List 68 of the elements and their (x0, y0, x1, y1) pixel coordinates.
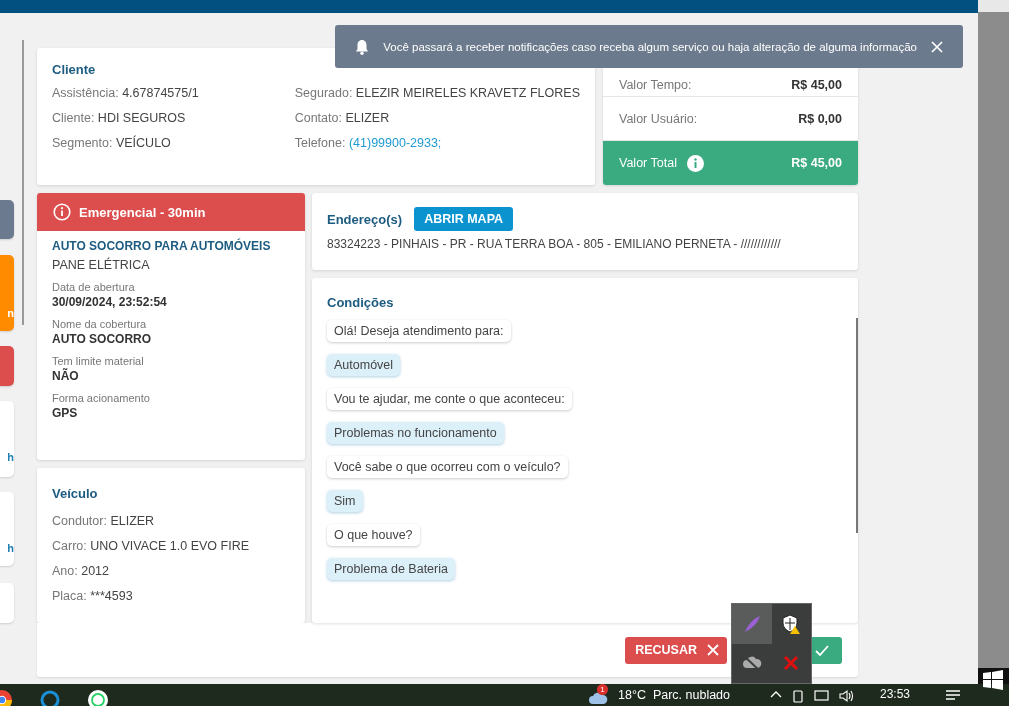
price-value: R$ 45,00 (791, 156, 842, 171)
detail-value: 30/09/2024, 23:52:54 (52, 295, 168, 309)
network-icon[interactable] (814, 689, 830, 703)
info-icon (53, 203, 71, 221)
answer-bubble: Automóvel (327, 354, 401, 376)
info-icon[interactable] (686, 154, 704, 172)
info-field: Carro: UNO VIVACE 1.0 EVO FIRE (52, 538, 290, 555)
open-map-button[interactable]: ABRIR MAPA (414, 207, 514, 231)
shield-warning-icon[interactable] (781, 613, 802, 634)
notification-text: Você passará a receber notificações caso receba algum serviço ou haja alteração de alguma informação (383, 40, 917, 53)
question-bubble: Vou te ajudar, me conte o que aconteceu: (327, 388, 572, 410)
info-field: Assistência: 4.67874575/1 (52, 85, 295, 102)
notification-icon[interactable] (945, 690, 962, 702)
section-title: Condições (327, 295, 395, 310)
clock-time[interactable]: 23:53 (880, 684, 911, 701)
section-title: Endereço(s) (327, 211, 403, 227)
price-label: Valor Usuário: (619, 111, 698, 126)
info-field: Segmento: VEÍCULO (52, 135, 295, 152)
sidebar-card[interactable] (0, 345, 14, 386)
service-title: AUTO SOCORRO PARA AUTOMÓVEIS (52, 239, 272, 253)
price-label: Valor Tempo: (619, 77, 692, 92)
detail-value: NÃO (52, 369, 80, 383)
check-icon (815, 644, 829, 656)
price-value: R$ 45,00 (791, 77, 842, 92)
reject-button[interactable]: RECUSAR (625, 636, 727, 664)
question-bubble: Olá! Deseja atendimento para: (327, 320, 511, 342)
question-bubble: O que houve? (327, 524, 420, 546)
answer-bubble: Problemas no funcionamento (327, 422, 504, 444)
phone-link[interactable]: (41)99900-2933; (348, 136, 442, 150)
price-label: Valor Total (619, 156, 677, 171)
detail-label: Data de abertura (52, 281, 136, 293)
section-title: Veículo (52, 486, 99, 501)
info-field: Segurado: ELEZIR MEIRELES KRAVETZ FLORES (294, 85, 580, 102)
answer-bubble: Problema de Bateria (327, 558, 455, 580)
answer-bubble: Sim (327, 490, 363, 512)
detail-label: Tem limite material (52, 355, 145, 367)
detail-label: Forma acionamento (52, 392, 151, 404)
sidebar-card[interactable]: h (0, 400, 14, 477)
chat-icon[interactable] (88, 690, 108, 706)
address-text: 83324223 - PINHAIS - PR - RUA TERRA BOA - 805 - EMILIANO PERNETA - //////////// (327, 237, 782, 251)
chevron-up-icon[interactable] (770, 689, 782, 699)
info-field: Placa: ***4593 (52, 588, 290, 605)
cloud-icon (588, 691, 608, 704)
priority-label: Emergencial - 30min (79, 204, 206, 220)
windows-icon[interactable] (983, 670, 1003, 690)
price-value: R$ 0,00 (798, 111, 842, 126)
window-edge (978, 0, 1009, 12)
bell-icon (355, 38, 370, 55)
info-field: Contato: ELIZER (294, 110, 580, 127)
close-icon (707, 644, 719, 656)
question-bubble: Você sabe o que ocorreu com o veículo? (327, 456, 568, 478)
info-field: Ano: 2012 (52, 563, 290, 580)
info-field: Condutor: ELIZER (52, 513, 290, 530)
notification-badge: 1 (597, 684, 608, 695)
weather-text[interactable]: 18°C Parc. nublado (618, 688, 730, 702)
sidebar-card[interactable]: h (0, 491, 14, 566)
info-field: Cliente: HDI SEGUROS (52, 110, 295, 127)
scrollbar[interactable] (856, 318, 858, 533)
detail-value: AUTO SOCORRO (52, 332, 153, 346)
sidebar-card[interactable]: n (0, 254, 14, 331)
device-icon[interactable] (791, 689, 805, 703)
section-title: Cliente (52, 62, 97, 77)
detail-value: GPS (52, 406, 79, 420)
service-subtitle: PANE ELÉTRICA (52, 258, 151, 272)
close-icon[interactable] (931, 40, 943, 53)
speaker-icon[interactable] (839, 689, 855, 703)
detail-label: Nome da cobertura (52, 318, 148, 330)
info-field: Telefone: (41)99900-2933; (294, 135, 580, 152)
